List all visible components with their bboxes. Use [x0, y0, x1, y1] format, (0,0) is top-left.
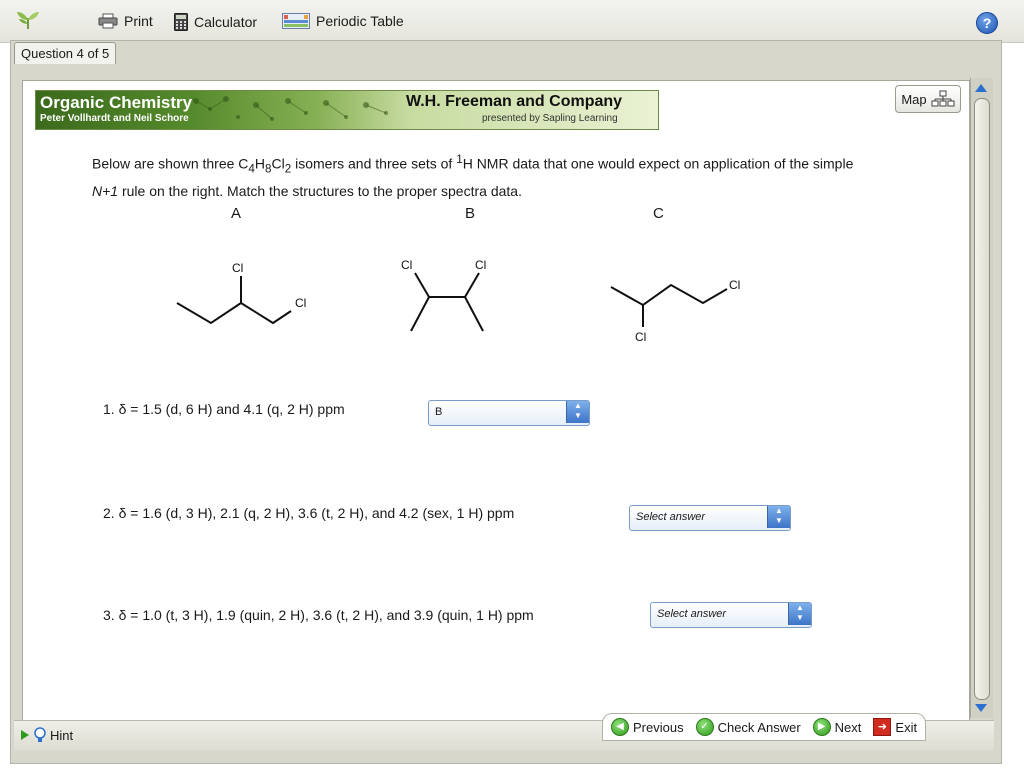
periodic-table-button[interactable]: Periodic Table	[282, 13, 404, 29]
exit-door-icon: ➜	[873, 718, 892, 736]
printer-icon	[98, 13, 118, 29]
top-toolbar: Print Calculator Periodic Table ?	[0, 0, 1024, 43]
scroll-thumb[interactable]	[974, 98, 990, 700]
periodic-table-icon	[282, 13, 310, 29]
exit-label: Exit	[895, 719, 918, 735]
question-tab[interactable]: Question 4 of 5	[14, 42, 117, 64]
scroll-down-arrow-icon[interactable]	[975, 704, 987, 712]
calculator-icon	[174, 13, 188, 31]
structure-b-cl-right: Cl	[475, 258, 486, 272]
question-2-selected-value: Select answer	[636, 511, 706, 523]
structure-c-cl-bottom: Cl	[635, 330, 646, 344]
structure-b-cl-left: Cl	[401, 258, 412, 272]
hint-button[interactable]: Hint	[20, 727, 73, 743]
question-1: 1. δ = 1.5 (d, 6 H) and 4.1 (q, 2 H) ppm	[103, 401, 345, 417]
structure-a-cl-right: Cl	[295, 296, 306, 310]
isomer-structures: Cl Cl Cl Cl Cl Cl	[176, 258, 740, 344]
calculator-label: Calculator	[194, 14, 258, 30]
structure-c	[610, 283, 728, 327]
question-1-answer-select[interactable]: B ▲ ▼	[428, 400, 590, 426]
previous-label: Previous	[633, 719, 684, 735]
question-content: Organic Chemistry Peter Vollhardt and Ne…	[22, 80, 970, 722]
structure-b	[410, 272, 484, 332]
help-icon: ?	[982, 15, 992, 31]
structure-a-cl-top: Cl	[232, 261, 243, 275]
bottom-navigation-bar: Hint ◀ Previous ✓ Check Answer ▶ Next ➜ …	[14, 713, 994, 751]
question-2-answer-select[interactable]: Select answer ▲ ▼	[629, 505, 791, 531]
question-1-selected-value: B	[435, 406, 443, 418]
select-arrows-icon: ▲ ▼	[788, 603, 811, 625]
periodic-table-label: Periodic Table	[316, 13, 404, 29]
answer-navigation: ◀ Previous ✓ Check Answer ▶ Next ➜ Exit	[602, 713, 927, 741]
next-button[interactable]: ▶ Next	[812, 718, 862, 736]
calculator-button[interactable]: Calculator	[174, 13, 257, 31]
structure-c-cl-right: Cl	[729, 278, 740, 292]
content-scrollbar[interactable]	[970, 78, 993, 718]
check-answer-button[interactable]: ✓ Check Answer	[695, 718, 801, 736]
next-arrow-icon: ▶	[812, 718, 831, 736]
previous-button[interactable]: ◀ Previous	[611, 718, 684, 736]
select-arrows-icon: ▲ ▼	[767, 506, 790, 528]
play-arrow-icon	[21, 730, 29, 740]
checkmark-icon: ✓	[695, 718, 714, 736]
scroll-up-arrow-icon[interactable]	[975, 84, 987, 92]
exit-button[interactable]: ➜ Exit	[873, 718, 917, 736]
select-arrows-icon: ▲ ▼	[566, 401, 589, 423]
question-2: 2. δ = 1.6 (d, 3 H), 2.1 (q, 2 H), 3.6 (…	[103, 505, 515, 521]
next-label: Next	[834, 719, 862, 735]
sapling-logo-icon	[17, 12, 39, 29]
structure-a	[176, 276, 292, 325]
print-button[interactable]: Print	[98, 13, 153, 29]
question-3-answer-select[interactable]: Select answer ▲ ▼	[650, 602, 812, 628]
print-label: Print	[124, 13, 153, 29]
question-3: 3. δ = 1.0 (t, 3 H), 1.9 (quin, 2 H), 3.…	[103, 607, 534, 623]
previous-arrow-icon: ◀	[611, 718, 629, 736]
question-3-selected-value: Select answer	[657, 608, 727, 620]
help-button[interactable]: ?	[976, 12, 998, 34]
check-answer-label: Check Answer	[717, 719, 801, 735]
lightbulb-icon	[34, 727, 46, 742]
hint-label: Hint	[50, 727, 74, 743]
